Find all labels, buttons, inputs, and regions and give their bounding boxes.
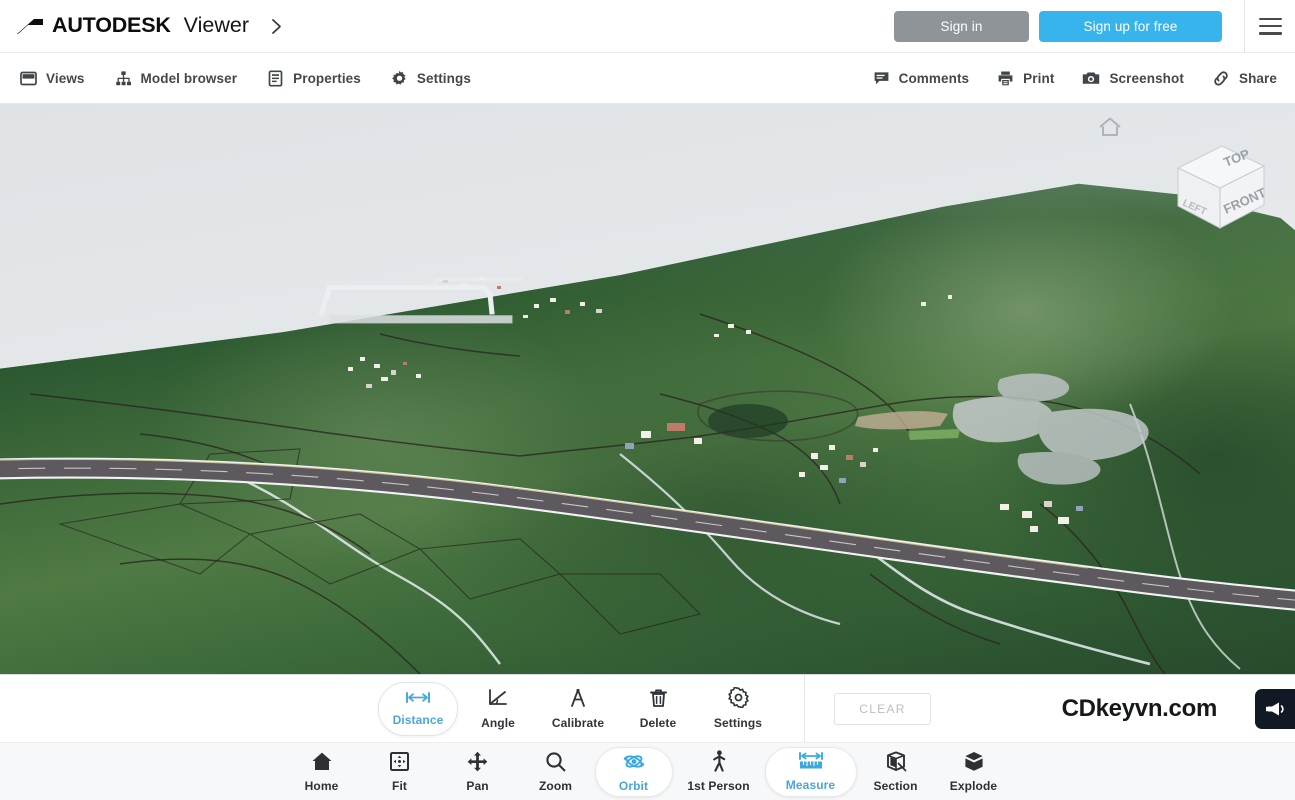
nav-tool-orbit-label: Orbit — [618, 778, 649, 793]
model-browser-tree-icon — [115, 70, 132, 87]
toolbar-item-properties-label: Properties — [293, 71, 361, 86]
secondary-toolbar: Views Model browser Properties Settings … — [0, 52, 1295, 104]
measure-tool-distance[interactable]: Distance — [378, 681, 458, 736]
walking-person-icon — [711, 750, 727, 777]
3d-scene — [0, 104, 1295, 674]
views-panel-icon — [20, 70, 37, 87]
comment-bubble-icon — [873, 70, 890, 87]
nav-tool-zoom-label: Zoom — [538, 778, 573, 793]
toolbar-item-share-label: Share — [1238, 71, 1277, 86]
gear-icon — [391, 70, 408, 87]
nav-tool-explode-label: Explode — [949, 778, 998, 793]
nav-tool-pan[interactable]: Pan — [439, 747, 517, 797]
hamburger-menu-icon[interactable] — [1244, 0, 1295, 52]
brand-logo-group[interactable]: AUTODESK Viewer — [0, 15, 282, 37]
nav-tool-measure-label: Measure — [785, 778, 836, 792]
angle-measure-icon — [487, 688, 509, 713]
navbar-tools-group: Home Fit Pan Zoom Orbit 1st Person Measu… — [283, 746, 1013, 797]
toolbar-item-screenshot[interactable]: Screenshot — [1080, 62, 1186, 96]
hamburger-bars — [1258, 17, 1282, 35]
measure-tool-calibrate[interactable]: Calibrate — [538, 682, 618, 736]
measure-divider — [804, 674, 805, 743]
pan-arrows-icon — [467, 751, 488, 777]
toolbar-item-views[interactable]: Views — [18, 62, 87, 96]
model-viewport[interactable]: TOP FRONT LEFT — [0, 104, 1295, 674]
nav-tool-first-person-label: 1st Person — [687, 779, 750, 793]
measure-toolbar: Distance Angle Calibrate Delete Settings… — [0, 674, 1295, 743]
explode-cube-icon — [963, 751, 985, 777]
measure-tool-angle[interactable]: Angle — [458, 682, 538, 736]
toolbar-item-share[interactable]: Share — [1210, 62, 1279, 96]
nav-tool-fit[interactable]: Fit — [361, 747, 439, 797]
toolbar-item-screenshot-label: Screenshot — [1109, 71, 1184, 86]
toolbar-item-views-label: Views — [46, 71, 85, 86]
calibrate-icon — [568, 688, 588, 713]
sign-in-button[interactable]: Sign in — [894, 10, 1029, 42]
magnifier-zoom-icon — [545, 751, 566, 777]
measure-tool-settings-label: Settings — [713, 716, 763, 730]
nav-tool-home-label: Home — [304, 778, 339, 793]
view-home-icon[interactable] — [1098, 116, 1122, 143]
ruler-measure-icon — [798, 751, 824, 776]
measure-tool-distance-label: Distance — [392, 713, 444, 727]
toolbar-left-group: Views Model browser Properties Settings — [0, 62, 473, 96]
measure-tool-calibrate-label: Calibrate — [551, 715, 605, 730]
nav-tool-section[interactable]: Section — [857, 747, 935, 797]
toolbar-item-comments-label: Comments — [898, 71, 970, 86]
watermark-text: CDkeyvn.com — [1061, 694, 1218, 722]
printer-icon — [997, 70, 1014, 87]
trash-icon — [649, 688, 668, 713]
chevron-right-icon[interactable] — [271, 18, 282, 35]
camera-icon — [1082, 70, 1100, 87]
megaphone-announcement-icon[interactable] — [1255, 688, 1295, 729]
brand-viewer-text: Viewer — [183, 13, 249, 38]
viewer-bottom-navbar: Home Fit Pan Zoom Orbit 1st Person Measu… — [0, 742, 1295, 800]
toolbar-item-model-browser-label: Model browser — [140, 71, 238, 86]
toolbar-item-model-browser[interactable]: Model browser — [113, 62, 240, 96]
nav-tool-pan-label: Pan — [466, 778, 489, 793]
nav-tool-section-label: Section — [873, 778, 918, 793]
toolbar-item-properties[interactable]: Properties — [265, 62, 363, 96]
nav-tool-fit-label: Fit — [392, 778, 407, 793]
section-cut-icon — [885, 750, 907, 777]
distance-measure-icon — [405, 690, 431, 710]
home-icon — [311, 751, 333, 777]
fit-to-view-icon — [389, 751, 410, 777]
sign-up-button[interactable]: Sign up for free — [1039, 10, 1222, 42]
link-chain-icon — [1212, 70, 1230, 87]
app-header: AUTODESK Viewer Sign in Sign up for free — [0, 0, 1295, 52]
nav-tool-zoom[interactable]: Zoom — [517, 747, 595, 797]
measure-tool-angle-label: Angle — [481, 715, 515, 730]
measure-tools-group: Distance Angle Calibrate Delete Settings — [378, 681, 778, 736]
measure-tool-delete[interactable]: Delete — [618, 682, 698, 736]
nav-tool-first-person[interactable]: 1st Person — [673, 747, 765, 797]
nav-tool-explode[interactable]: Explode — [935, 747, 1013, 797]
view-cube[interactable]: TOP FRONT LEFT — [1160, 132, 1278, 234]
measure-tool-settings[interactable]: Settings — [698, 682, 778, 736]
nav-tool-measure[interactable]: Measure — [764, 746, 857, 797]
toolbar-item-settings-label: Settings — [416, 71, 471, 86]
clear-measurements-button[interactable]: CLEAR — [834, 692, 931, 725]
gear-icon — [727, 686, 749, 713]
toolbar-item-print[interactable]: Print — [995, 62, 1056, 96]
toolbar-item-print-label: Print — [1023, 71, 1055, 86]
toolbar-item-comments[interactable]: Comments — [871, 62, 972, 96]
measure-tool-delete-label: Delete — [639, 715, 677, 730]
autodesk-logo-icon — [16, 18, 44, 35]
orbit-icon — [623, 751, 645, 777]
brand-autodesk-text: AUTODESK — [52, 13, 171, 38]
nav-tool-orbit[interactable]: Orbit — [594, 746, 673, 797]
nav-tool-home[interactable]: Home — [283, 747, 361, 797]
toolbar-item-settings[interactable]: Settings — [389, 62, 473, 96]
toolbar-right-group: Comments Print Screenshot Share — [871, 62, 1295, 96]
autodesk-viewer-app: AUTODESK Viewer Sign in Sign up for free… — [0, 0, 1295, 800]
properties-list-icon — [267, 70, 284, 87]
